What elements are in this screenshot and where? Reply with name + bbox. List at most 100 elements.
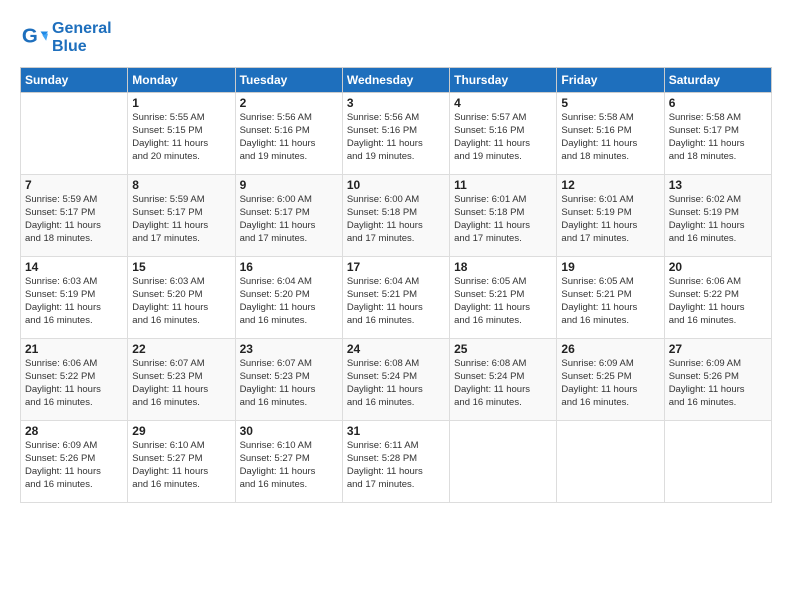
calendar-header-thursday: Thursday [450, 68, 557, 93]
logo: G General Blue [20, 20, 112, 55]
day-info: Sunrise: 6:06 AM Sunset: 5:22 PM Dayligh… [25, 358, 123, 409]
day-number: 17 [347, 260, 445, 274]
day-number: 16 [240, 260, 338, 274]
day-number: 23 [240, 342, 338, 356]
day-info: Sunrise: 6:00 AM Sunset: 5:17 PM Dayligh… [240, 194, 338, 245]
day-number: 29 [132, 424, 230, 438]
calendar-cell: 22 Sunrise: 6:07 AM Sunset: 5:23 PM Dayli… [128, 339, 235, 421]
day-number: 3 [347, 96, 445, 110]
calendar-header-monday: Monday [128, 68, 235, 93]
day-number: 7 [25, 178, 123, 192]
day-number: 22 [132, 342, 230, 356]
day-info: Sunrise: 6:11 AM Sunset: 5:28 PM Dayligh… [347, 440, 445, 491]
day-info: Sunrise: 6:01 AM Sunset: 5:18 PM Dayligh… [454, 194, 552, 245]
day-number: 11 [454, 178, 552, 192]
calendar-cell: 10 Sunrise: 6:00 AM Sunset: 5:18 PM Dayli… [342, 175, 449, 257]
day-info: Sunrise: 6:03 AM Sunset: 5:20 PM Dayligh… [132, 276, 230, 327]
calendar-cell: 28 Sunrise: 6:09 AM Sunset: 5:26 PM Dayli… [21, 421, 128, 503]
calendar-cell: 25Sunrise: 6:08 AM Sunset: 5:24 PM Dayli… [450, 339, 557, 421]
calendar-cell: 19 Sunrise: 6:05 AM Sunset: 5:21 PM Dayli… [557, 257, 664, 339]
day-info: Sunrise: 5:59 AM Sunset: 5:17 PM Dayligh… [132, 194, 230, 245]
day-number: 20 [669, 260, 767, 274]
svg-text:G: G [22, 24, 38, 47]
calendar-cell: 29 Sunrise: 6:10 AM Sunset: 5:27 PM Dayli… [128, 421, 235, 503]
day-info: Sunrise: 5:59 AM Sunset: 5:17 PM Dayligh… [25, 194, 123, 245]
day-number: 14 [25, 260, 123, 274]
calendar-cell: 17 Sunrise: 6:04 AM Sunset: 5:21 PM Dayli… [342, 257, 449, 339]
calendar-cell: 4 Sunrise: 5:57 AM Sunset: 5:16 PM Daylig… [450, 93, 557, 175]
calendar-cell: 30 Sunrise: 6:10 AM Sunset: 5:27 PM Dayli… [235, 421, 342, 503]
day-info: Sunrise: 5:56 AM Sunset: 5:16 PM Dayligh… [347, 112, 445, 163]
day-info: Sunrise: 6:05 AM Sunset: 5:21 PM Dayligh… [561, 276, 659, 327]
day-number: 28 [25, 424, 123, 438]
calendar-cell: 21 Sunrise: 6:06 AM Sunset: 5:22 PM Dayli… [21, 339, 128, 421]
calendar-cell: 8Sunrise: 5:59 AM Sunset: 5:17 PM Daylig… [128, 175, 235, 257]
day-info: Sunrise: 6:10 AM Sunset: 5:27 PM Dayligh… [240, 440, 338, 491]
day-info: Sunrise: 6:10 AM Sunset: 5:27 PM Dayligh… [132, 440, 230, 491]
day-info: Sunrise: 5:58 AM Sunset: 5:17 PM Dayligh… [669, 112, 767, 163]
calendar-table: SundayMondayTuesdayWednesdayThursdayFrid… [20, 67, 772, 503]
day-number: 15 [132, 260, 230, 274]
calendar-cell [557, 421, 664, 503]
day-number: 5 [561, 96, 659, 110]
calendar-week-row: 28 Sunrise: 6:09 AM Sunset: 5:26 PM Dayli… [21, 421, 772, 503]
calendar-cell: 14 Sunrise: 6:03 AM Sunset: 5:19 PM Dayli… [21, 257, 128, 339]
day-info: Sunrise: 6:00 AM Sunset: 5:18 PM Dayligh… [347, 194, 445, 245]
calendar-cell: 15 Sunrise: 6:03 AM Sunset: 5:20 PM Dayli… [128, 257, 235, 339]
day-number: 19 [561, 260, 659, 274]
calendar-cell: 7 Sunrise: 5:59 AM Sunset: 5:17 PM Daylig… [21, 175, 128, 257]
calendar-cell: 24Sunrise: 6:08 AM Sunset: 5:24 PM Dayli… [342, 339, 449, 421]
day-info: Sunrise: 6:09 AM Sunset: 5:26 PM Dayligh… [669, 358, 767, 409]
calendar-cell: 1 Sunrise: 5:55 AM Sunset: 5:15 PM Daylig… [128, 93, 235, 175]
day-number: 25 [454, 342, 552, 356]
calendar-week-row: 21 Sunrise: 6:06 AM Sunset: 5:22 PM Dayli… [21, 339, 772, 421]
calendar-cell: 26 Sunrise: 6:09 AM Sunset: 5:25 PM Dayli… [557, 339, 664, 421]
logo-icon: G [20, 24, 48, 52]
calendar-header-sunday: Sunday [21, 68, 128, 93]
day-number: 30 [240, 424, 338, 438]
calendar-cell [450, 421, 557, 503]
calendar-week-row: 7 Sunrise: 5:59 AM Sunset: 5:17 PM Daylig… [21, 175, 772, 257]
calendar-cell: 6 Sunrise: 5:58 AM Sunset: 5:17 PM Daylig… [664, 93, 771, 175]
day-info: Sunrise: 6:04 AM Sunset: 5:21 PM Dayligh… [347, 276, 445, 327]
calendar-cell: 5 Sunrise: 5:58 AM Sunset: 5:16 PM Daylig… [557, 93, 664, 175]
calendar-cell: 2 Sunrise: 5:56 AM Sunset: 5:16 PM Daylig… [235, 93, 342, 175]
day-number: 6 [669, 96, 767, 110]
day-info: Sunrise: 5:55 AM Sunset: 5:15 PM Dayligh… [132, 112, 230, 163]
header: G General Blue [20, 20, 772, 55]
calendar-header-saturday: Saturday [664, 68, 771, 93]
calendar-cell: 27 Sunrise: 6:09 AM Sunset: 5:26 PM Dayli… [664, 339, 771, 421]
day-info: Sunrise: 6:03 AM Sunset: 5:19 PM Dayligh… [25, 276, 123, 327]
calendar-header-wednesday: Wednesday [342, 68, 449, 93]
day-info: Sunrise: 5:56 AM Sunset: 5:16 PM Dayligh… [240, 112, 338, 163]
day-info: Sunrise: 5:58 AM Sunset: 5:16 PM Dayligh… [561, 112, 659, 163]
day-info: Sunrise: 5:57 AM Sunset: 5:16 PM Dayligh… [454, 112, 552, 163]
day-number: 18 [454, 260, 552, 274]
calendar-header-row: SundayMondayTuesdayWednesdayThursdayFrid… [21, 68, 772, 93]
day-info: Sunrise: 6:02 AM Sunset: 5:19 PM Dayligh… [669, 194, 767, 245]
calendar-cell: 9 Sunrise: 6:00 AM Sunset: 5:17 PM Daylig… [235, 175, 342, 257]
day-number: 4 [454, 96, 552, 110]
day-number: 26 [561, 342, 659, 356]
day-info: Sunrise: 6:09 AM Sunset: 5:26 PM Dayligh… [25, 440, 123, 491]
calendar-cell: 23Sunrise: 6:07 AM Sunset: 5:23 PM Dayli… [235, 339, 342, 421]
day-number: 9 [240, 178, 338, 192]
day-info: Sunrise: 6:07 AM Sunset: 5:23 PM Dayligh… [132, 358, 230, 409]
day-number: 10 [347, 178, 445, 192]
day-info: Sunrise: 6:09 AM Sunset: 5:25 PM Dayligh… [561, 358, 659, 409]
calendar-cell: 18Sunrise: 6:05 AM Sunset: 5:21 PM Dayli… [450, 257, 557, 339]
day-number: 12 [561, 178, 659, 192]
calendar-cell: 16Sunrise: 6:04 AM Sunset: 5:20 PM Dayli… [235, 257, 342, 339]
day-number: 21 [25, 342, 123, 356]
calendar-week-row: 14 Sunrise: 6:03 AM Sunset: 5:19 PM Dayli… [21, 257, 772, 339]
calendar-header-friday: Friday [557, 68, 664, 93]
calendar-cell [664, 421, 771, 503]
day-number: 1 [132, 96, 230, 110]
day-number: 13 [669, 178, 767, 192]
day-number: 27 [669, 342, 767, 356]
calendar-cell: 20 Sunrise: 6:06 AM Sunset: 5:22 PM Dayli… [664, 257, 771, 339]
day-number: 2 [240, 96, 338, 110]
day-info: Sunrise: 6:01 AM Sunset: 5:19 PM Dayligh… [561, 194, 659, 245]
calendar-cell: 13 Sunrise: 6:02 AM Sunset: 5:19 PM Dayli… [664, 175, 771, 257]
day-info: Sunrise: 6:06 AM Sunset: 5:22 PM Dayligh… [669, 276, 767, 327]
